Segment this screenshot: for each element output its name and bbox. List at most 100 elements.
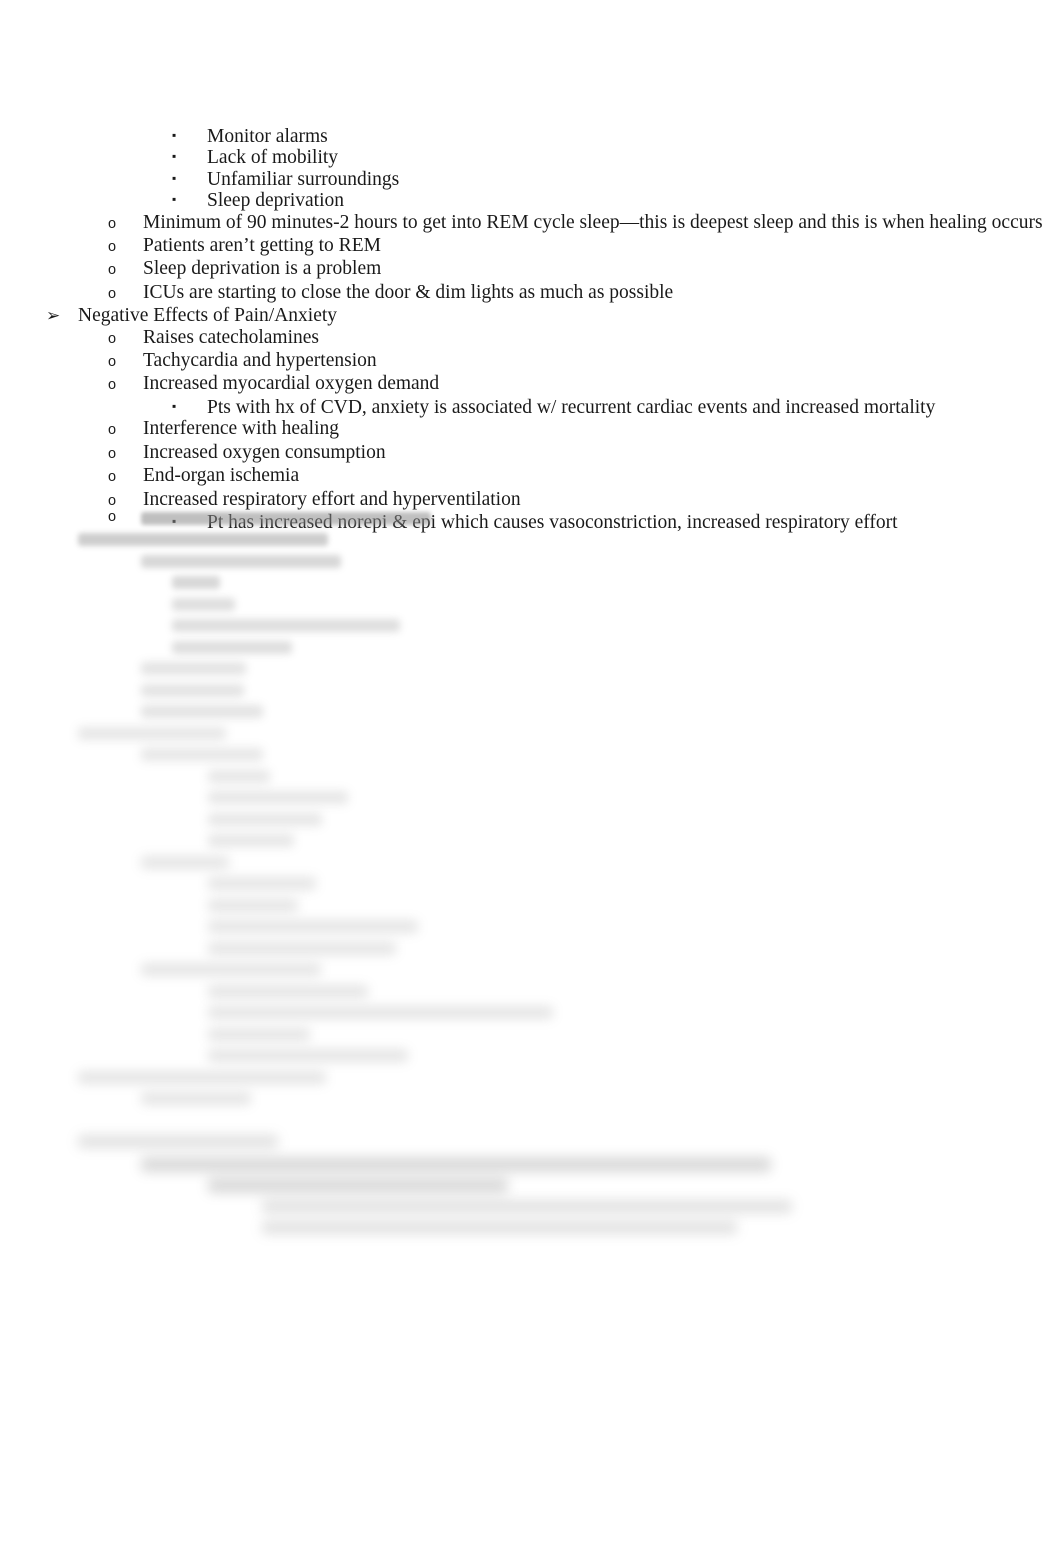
- obscured-text-line: [0, 1088, 1062, 1109]
- outline-item-text: Interference with healing: [143, 418, 339, 440]
- obscured-text-line: [0, 1045, 1062, 1066]
- obscured-text-run: [141, 1092, 251, 1105]
- obscured-text-line: [0, 916, 1062, 937]
- obscured-text-line: [0, 895, 1062, 916]
- outline-item-level-2: o Tachycardia and hypertension: [0, 350, 1062, 373]
- outline-item-level-3: ▪ Sleep deprivation: [0, 190, 1062, 211]
- bullet-marker-level-3-icon: ▪: [172, 149, 177, 164]
- obscured-text-run: [208, 770, 270, 783]
- obscured-text-line: [0, 830, 1062, 851]
- outline-item-level-3: ▪ Lack of mobility: [0, 147, 1062, 168]
- obscured-text-run: [172, 598, 235, 611]
- obscured-text-line: [0, 637, 1062, 658]
- obscured-text-run: [141, 512, 431, 525]
- obscured-text-line: [0, 1024, 1062, 1045]
- outline-item-text: Raises catecholamines: [143, 326, 319, 348]
- obscured-text-line: [0, 1067, 1062, 1088]
- obscured-text-run: [141, 555, 341, 568]
- obscured-text-run: [208, 791, 348, 804]
- outline-item-text: Pts with hx of CVD, anxiety is associate…: [207, 396, 936, 418]
- outline-item-text: Unfamiliar surroundings: [207, 168, 400, 190]
- obscured-text-run: [141, 662, 246, 675]
- outline-item-text: Monitor alarms: [207, 126, 328, 147]
- outline-legible-section: ▪ Monitor alarms ▪ Lack of mobility ▪ Unfamil…: [0, 126, 1062, 533]
- obscured-text-line: [0, 1153, 1062, 1174]
- obscured-text-run: [172, 641, 292, 654]
- obscured-text-line: [0, 723, 1062, 744]
- obscured-text-run: [208, 877, 316, 890]
- obscured-text-run: [208, 1028, 310, 1041]
- obscured-text-line: [0, 701, 1062, 722]
- obscured-text-run: [208, 1178, 508, 1193]
- obscured-text-line: [0, 873, 1062, 894]
- outline-item-text: Sleep deprivation: [207, 190, 345, 212]
- obscured-text-run: [262, 1221, 737, 1234]
- outline-item-text: Negative Effects of Pain/Anxiety: [78, 305, 338, 327]
- obscured-text-line: [0, 809, 1062, 830]
- obscured-text-line: [0, 981, 1062, 1002]
- bullet-marker-level-2-icon: o: [108, 285, 117, 302]
- obscured-text-run: [141, 705, 263, 718]
- bullet-marker-level-2-icon: o: [108, 215, 117, 232]
- bullet-marker-boundary: o: [108, 509, 117, 525]
- outline-item-text: Increased respiratory effort and hyperve…: [143, 488, 521, 510]
- obscured-text-run: [262, 1200, 792, 1213]
- bullet-marker-level-1-icon: ➢: [46, 306, 61, 326]
- obscured-text-line: [0, 1002, 1062, 1023]
- outline-item-level-2: o Interference with healing: [0, 418, 1062, 441]
- obscured-text-run: [208, 834, 294, 847]
- obscured-text-line: [0, 658, 1062, 679]
- bullet-marker-level-3-icon: ▪: [172, 192, 177, 207]
- obscured-text-line: [0, 551, 1062, 572]
- outline-item-text: Increased oxygen consumption: [143, 441, 386, 463]
- outline-item-level-3: ▪ Monitor alarms: [0, 126, 1062, 147]
- bullet-marker-level-2-icon: o: [108, 469, 117, 486]
- obscured-text-line: [0, 766, 1062, 787]
- outline-item-level-2: o Minimum of 90 minutes-2 hours to get in…: [0, 212, 1062, 235]
- bullet-marker-level-2-icon: o: [108, 445, 117, 462]
- outline-item-text: ICUs are starting to close the door & di…: [143, 281, 674, 303]
- bullet-marker-level-3-icon: ▪: [172, 398, 177, 413]
- outline-item-level-2: o Raises catecholamines: [0, 327, 1062, 350]
- outline-item-level-1: ➢ Negative Effects of Pain/Anxiety: [0, 305, 1062, 326]
- obscured-text-line: [0, 615, 1062, 636]
- obscured-text-line: [0, 572, 1062, 593]
- bullet-marker-level-2-icon: o: [108, 377, 117, 394]
- obscured-text-run: [208, 899, 298, 912]
- outline-item-level-2: o Patients aren’t getting to REM: [0, 235, 1062, 258]
- obscured-text-line: [0, 594, 1062, 615]
- obscured-text-run: [208, 813, 322, 826]
- obscured-text-run: [141, 1157, 771, 1172]
- outline-item-level-2: o Increased myocardial oxygen demand: [0, 373, 1062, 396]
- obscured-text-line: [0, 1196, 1062, 1217]
- bullet-marker-level-2-icon: o: [108, 422, 117, 439]
- obscured-text-run: [208, 1006, 553, 1019]
- obscured-text-run: [141, 684, 244, 697]
- obscured-text-line: [0, 508, 1062, 529]
- obscured-text-run: [78, 533, 328, 546]
- obscured-text-run: [78, 727, 226, 740]
- outline-item-level-2: o Sleep deprivation is a problem: [0, 258, 1062, 281]
- obscured-text-run: [141, 748, 263, 761]
- outline-item-level-2: o Increased oxygen consumption: [0, 442, 1062, 465]
- obscured-text-run: [208, 985, 368, 998]
- obscured-text-line: [0, 852, 1062, 873]
- obscured-text-run: [172, 619, 400, 632]
- obscured-text-run: [208, 942, 396, 955]
- outline-item-level-2: o ICUs are starting to close the door & d…: [0, 282, 1062, 305]
- obscured-text-run: [141, 856, 229, 869]
- bullet-marker-level-3-icon: ▪: [172, 128, 177, 142]
- obscured-text-line: [0, 680, 1062, 701]
- obscured-text-line: [0, 938, 1062, 959]
- obscured-text-line: [0, 1174, 1062, 1195]
- obscured-text-run: [208, 920, 418, 933]
- document-page: ▪ Monitor alarms ▪ Lack of mobility ▪ Unfamil…: [0, 0, 1062, 1556]
- obscured-text-run: [78, 1071, 326, 1084]
- outline-item-text: Minimum of 90 minutes-2 hours to get int…: [143, 211, 1043, 233]
- outline-item-level-2: o End-organ ischemia: [0, 465, 1062, 488]
- bullet-marker-level-3-icon: ▪: [172, 170, 177, 185]
- obscured-text-line: [0, 1131, 1062, 1152]
- outline-item-text: Sleep deprivation is a problem: [143, 258, 382, 280]
- outline-item-level-3: ▪ Pts with hx of CVD, anxiety is associat…: [0, 397, 1062, 418]
- obscured-text-run: [172, 576, 220, 589]
